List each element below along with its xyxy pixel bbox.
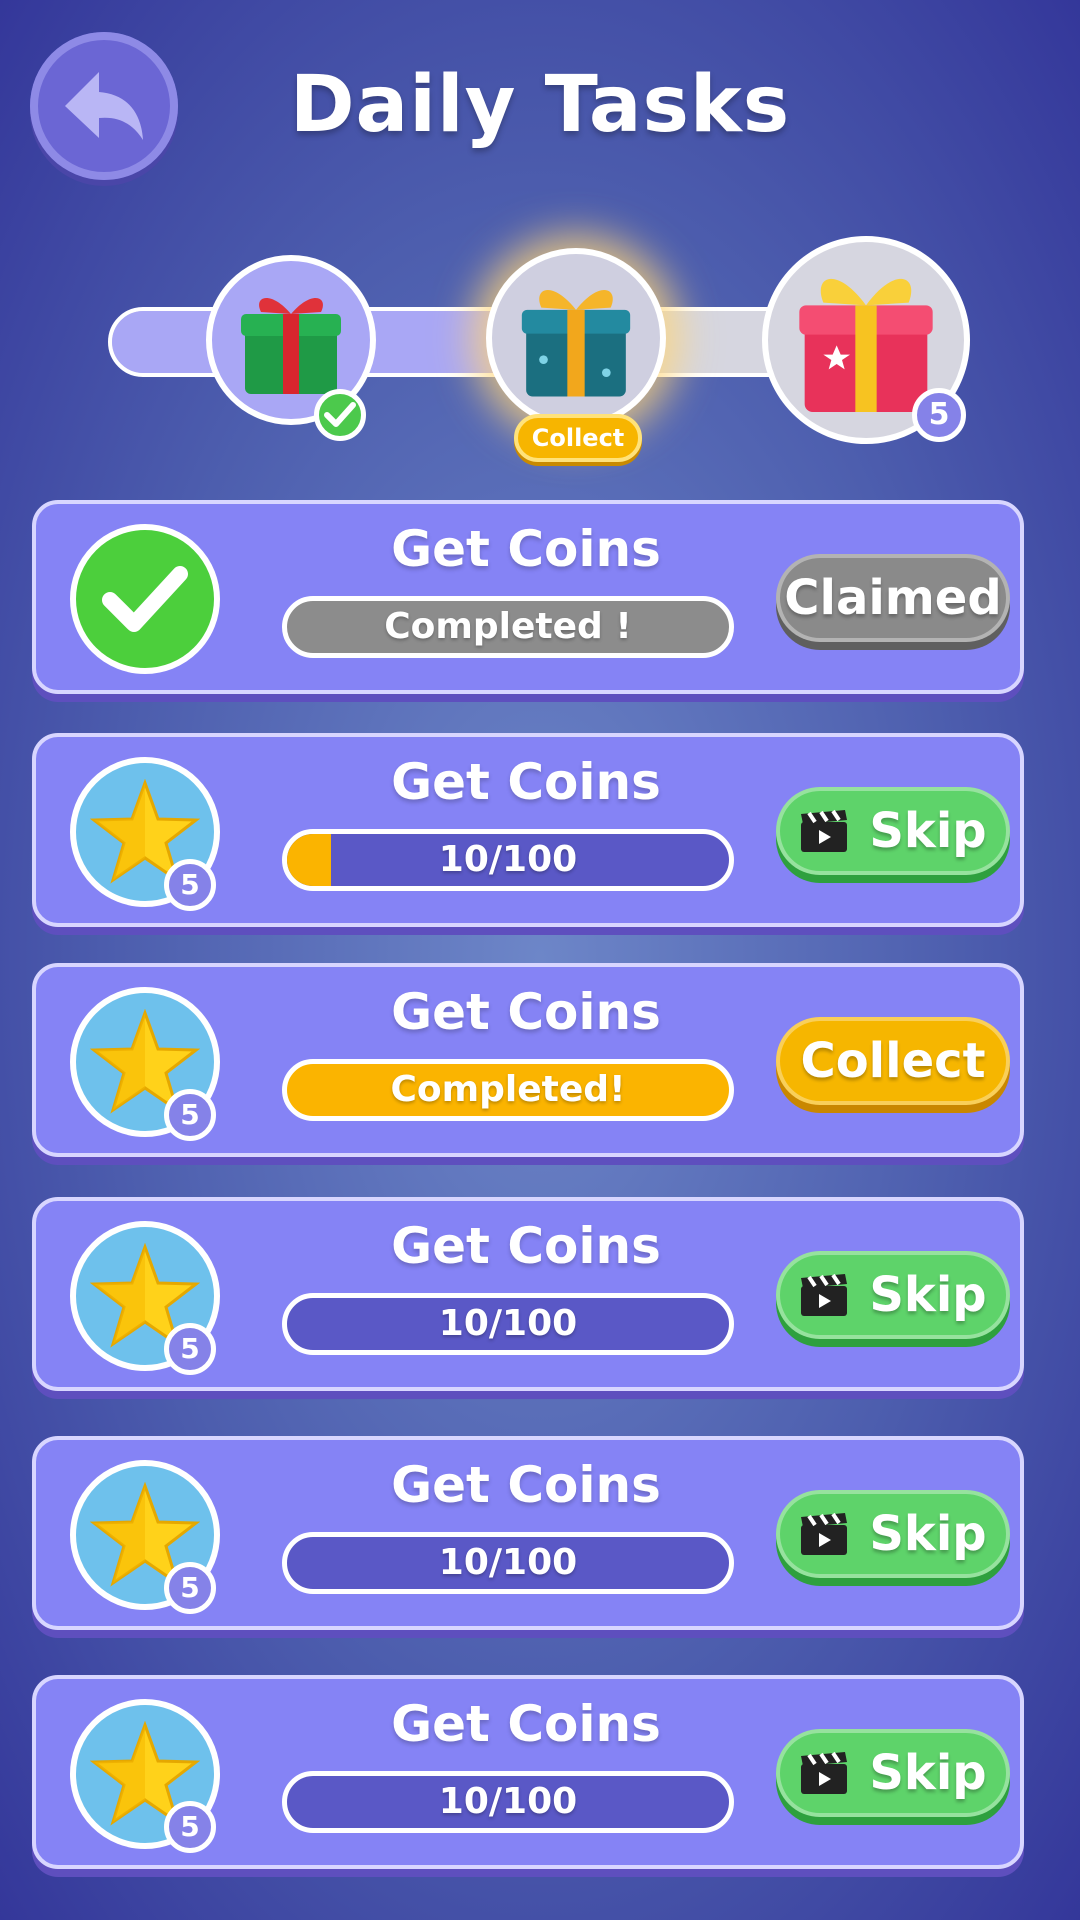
page-title: Daily Tasks bbox=[289, 60, 791, 150]
teal-gift-icon bbox=[521, 289, 631, 397]
task-button-label: Skip bbox=[869, 803, 987, 859]
task-progress-text: 10/100 bbox=[438, 839, 578, 880]
task-title: Get Coins bbox=[391, 520, 661, 578]
task-skip-button[interactable]: Skip bbox=[776, 1251, 1010, 1339]
task-reward-count-badge: 5 bbox=[164, 1562, 216, 1614]
task-reward-count-badge: 5 bbox=[164, 1323, 216, 1375]
milestone-collect-button[interactable]: Collect bbox=[514, 414, 642, 462]
task-reward-count-badge: 5 bbox=[164, 859, 216, 911]
check-icon bbox=[324, 402, 356, 427]
task-title: Get Coins bbox=[391, 1456, 661, 1514]
task-title: Get Coins bbox=[391, 983, 661, 1041]
clapperboard-icon bbox=[801, 809, 848, 852]
task-progress-text: 10/100 bbox=[438, 1303, 578, 1344]
clapperboard-icon bbox=[801, 1273, 848, 1316]
clapperboard-icon bbox=[801, 1512, 848, 1555]
task-claimed-button[interactable]: Claimed bbox=[776, 554, 1010, 642]
task-button-label: Skip bbox=[869, 1267, 987, 1323]
task-progress-bar: 10/100 bbox=[282, 1532, 734, 1594]
task-card: 5 Get Coins 10/100 Skip bbox=[32, 1197, 1024, 1391]
task-button-label: Skip bbox=[869, 1506, 987, 1562]
task-progress-text: Completed ! bbox=[384, 606, 632, 647]
task-progress-bar: 10/100 bbox=[282, 1293, 734, 1355]
task-card: Get Coins Completed ! Claimed bbox=[32, 500, 1024, 694]
task-progress-bar: Completed! bbox=[282, 1059, 734, 1121]
task-reward-count-badge: 5 bbox=[164, 1089, 216, 1141]
task-card: 5 Get Coins Completed! Collect bbox=[32, 963, 1024, 1157]
task-title: Get Coins bbox=[391, 1695, 661, 1753]
task-title: Get Coins bbox=[391, 1217, 661, 1275]
milestone-check-badge bbox=[314, 389, 366, 441]
task-card: 5 Get Coins 10/100 Skip bbox=[32, 1436, 1024, 1630]
clapperboard-icon bbox=[801, 1751, 848, 1794]
task-progress-text: 10/100 bbox=[438, 1542, 578, 1583]
task-title: Get Coins bbox=[391, 753, 661, 811]
green-gift-icon bbox=[241, 297, 341, 394]
milestone-count-badge: 5 bbox=[912, 388, 966, 442]
task-progress-text: 10/100 bbox=[438, 1781, 578, 1822]
task-progress-bar: Completed ! bbox=[282, 596, 734, 658]
task-card: 5 Get Coins 10/100 Skip bbox=[32, 1675, 1024, 1869]
task-skip-button[interactable]: Skip bbox=[776, 1729, 1010, 1817]
check-icon bbox=[102, 566, 188, 632]
task-progress-text: Completed! bbox=[390, 1069, 626, 1110]
task-button-label: Claimed bbox=[784, 570, 1002, 626]
task-skip-button[interactable]: Skip bbox=[776, 787, 1010, 875]
task-progress-bar: 10/100 bbox=[282, 829, 734, 891]
task-progress-bar: 10/100 bbox=[282, 1771, 734, 1833]
task-reward-count-badge: 5 bbox=[164, 1801, 216, 1853]
milestone-gift-2[interactable] bbox=[486, 248, 666, 428]
task-reward-icon bbox=[70, 524, 220, 674]
task-button-label: Skip bbox=[869, 1745, 987, 1801]
task-collect-button[interactable]: Collect bbox=[776, 1017, 1010, 1105]
task-card: 5 Get Coins 10/100 Skip bbox=[32, 733, 1024, 927]
task-skip-button[interactable]: Skip bbox=[776, 1490, 1010, 1578]
task-button-label: Collect bbox=[800, 1033, 986, 1089]
